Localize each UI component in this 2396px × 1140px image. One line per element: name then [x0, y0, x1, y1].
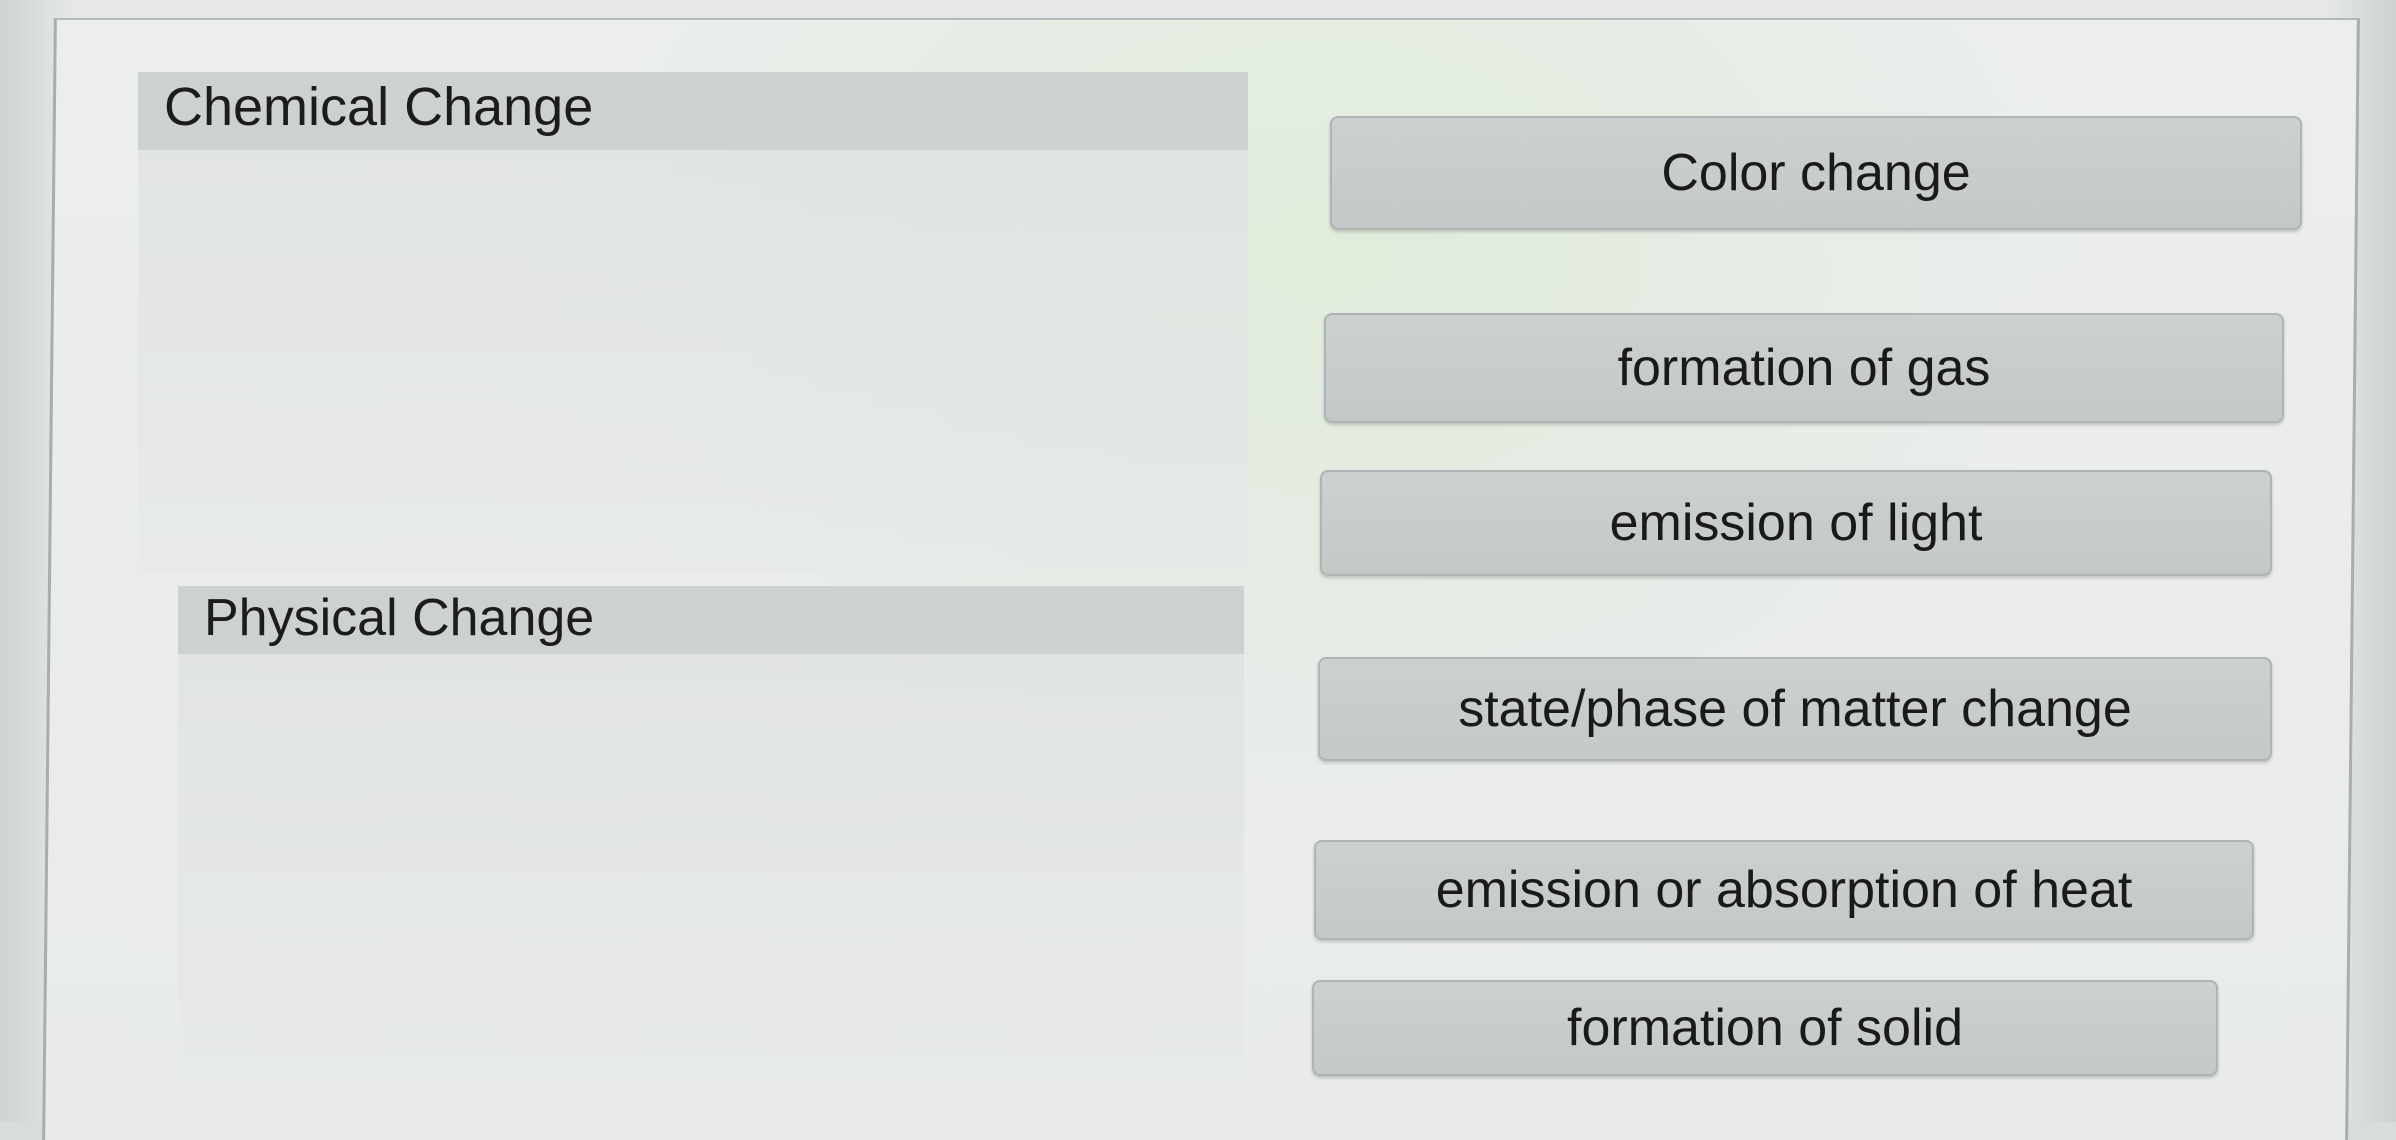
category-header-chemical-change: Chemical Change [138, 72, 1248, 150]
draggable-item-emission-or-absorption-of-heat[interactable]: emission or absorption of heat [1314, 840, 2254, 940]
draggable-item-formation-of-gas[interactable]: formation of gas [1324, 313, 2284, 423]
draggable-item-color-change[interactable]: Color change [1330, 116, 2302, 230]
draggable-item-state-phase-change[interactable]: state/phase of matter change [1318, 657, 2272, 761]
category-header-physical-change: Physical Change [178, 586, 1244, 654]
drop-zone-physical-change[interactable] [178, 586, 1244, 1076]
draggable-item-emission-of-light[interactable]: emission of light [1320, 470, 2272, 576]
draggable-item-formation-of-solid[interactable]: formation of solid [1312, 980, 2218, 1076]
